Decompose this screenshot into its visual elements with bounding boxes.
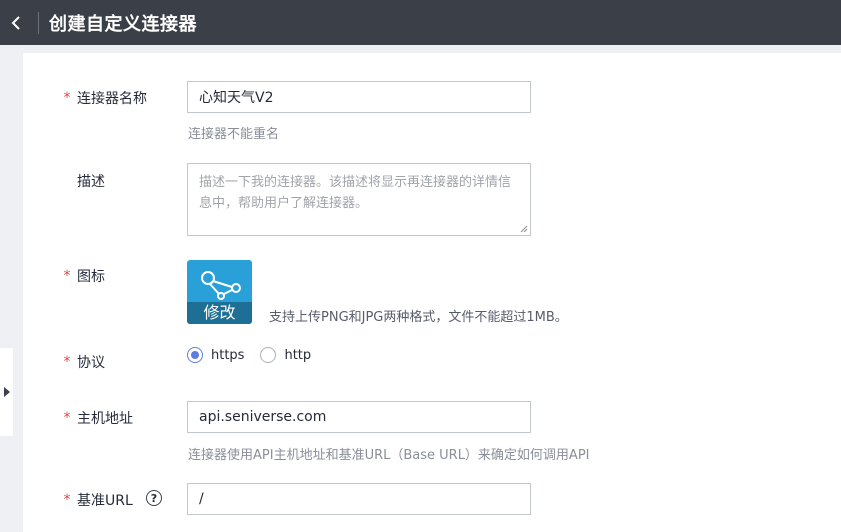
protocol-label-row: * 协议 [63, 352, 106, 372]
left-strip [0, 45, 23, 532]
connector-name-value: 心知天气V2 [199, 90, 274, 106]
icon-label-row: * 图标 [63, 266, 106, 286]
host-hint: 连接器使用API主机地址和基准URL（Base URL）来确定如何调用API [188, 448, 590, 463]
name-label-row: * 连接器名称 [63, 88, 148, 108]
protocol-http-radio[interactable]: http [260, 347, 311, 363]
host-value: api.seniverse.com [199, 409, 327, 425]
icon-edit-label: 修改 [187, 302, 252, 324]
required-mark: * [63, 410, 71, 426]
base-url-label-row: * 基准URL [63, 490, 133, 510]
top-bar: 创建自定义连接器 [0, 0, 841, 45]
radio-circle [187, 347, 203, 363]
host-label: 主机地址 [77, 411, 133, 427]
base-url-input[interactable]: / [187, 483, 531, 515]
header-divider [38, 11, 39, 34]
required-mark: * [63, 90, 71, 106]
sidebar-expand-toggle[interactable] [0, 348, 13, 436]
radio-circle [260, 347, 277, 363]
chevron-left-icon [11, 15, 20, 30]
back-button[interactable] [4, 11, 28, 35]
caret-right-icon [3, 387, 10, 397]
icon-hint: 支持上传PNG和JPG两种格式，文件不能超过1MB。 [269, 310, 568, 325]
connector-icon-upload[interactable]: 修改 [187, 260, 252, 324]
base-url-value: / [199, 491, 204, 507]
description-label-row: 描述 [63, 171, 105, 191]
page-title: 创建自定义连接器 [49, 13, 197, 35]
radio-label: https [211, 347, 245, 363]
icon-label: 图标 [77, 269, 105, 285]
description-placeholder: 描述一下我的连接器。该描述将显示再连接器的详情信息中，帮助用户了解连接器。 [199, 175, 512, 211]
required-mark: * [63, 268, 71, 284]
protocol-https-radio[interactable]: https [187, 347, 244, 363]
name-label: 连接器名称 [77, 91, 147, 107]
protocol-radio-group: https http [187, 347, 327, 363]
required-mark: * [63, 492, 71, 508]
host-input[interactable]: api.seniverse.com [187, 401, 531, 433]
name-hint: 连接器不能重名 [188, 127, 280, 142]
host-label-row: * 主机地址 [63, 408, 134, 428]
connector-name-input[interactable]: 心知天气V2 [187, 81, 531, 113]
base-url-label: 基准URL [77, 493, 133, 509]
required-mark: * [63, 354, 71, 370]
description-label: 描述 [77, 174, 105, 190]
protocol-label: 协议 [77, 355, 105, 371]
connector-graph-icon [201, 271, 241, 300]
radio-label: http [284, 347, 312, 363]
resize-handle-icon[interactable] [520, 225, 528, 233]
help-icon[interactable]: ? [146, 490, 162, 506]
description-textarea[interactable]: 描述一下我的连接器。该描述将显示再连接器的详情信息中，帮助用户了解连接器。 [187, 163, 531, 236]
